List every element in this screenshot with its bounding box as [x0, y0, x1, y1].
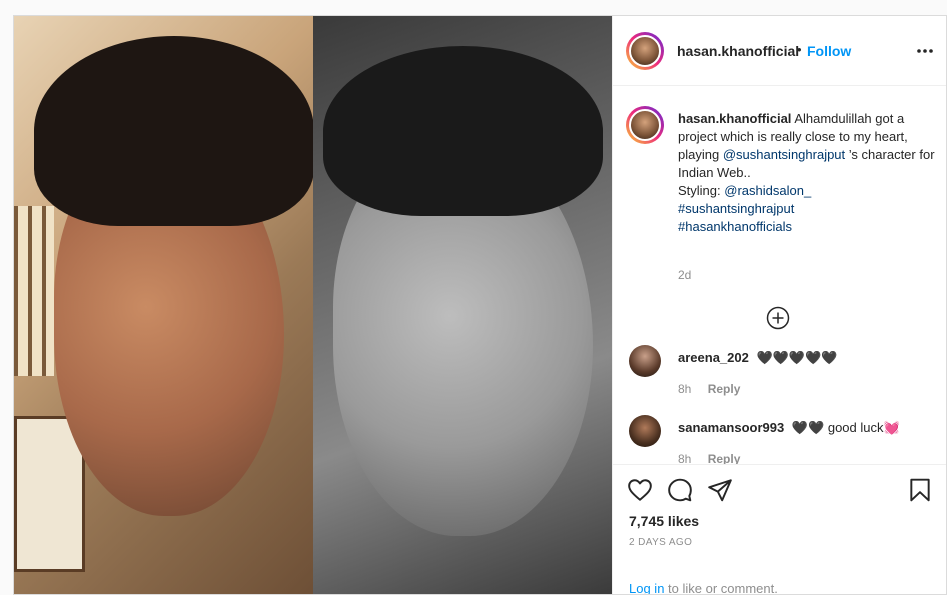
caption-avatar[interactable]	[626, 106, 664, 144]
man-hair	[34, 36, 314, 226]
avatar-image	[629, 35, 661, 67]
mention-link[interactable]: @sushantsinghrajput	[723, 147, 845, 162]
author-username[interactable]: hasan.khanofficial	[677, 43, 799, 59]
login-prompt: Log in to like or comment.	[629, 581, 778, 595]
plus-circle-icon[interactable]	[766, 306, 790, 330]
author-avatar[interactable]	[626, 32, 664, 70]
login-link[interactable]: Log in	[629, 581, 664, 594]
comment-text: 🖤🖤🖤🖤🖤	[756, 350, 838, 365]
comment-username[interactable]: sanamansoor993	[678, 420, 784, 435]
caption-timestamp: 2d	[678, 268, 692, 282]
avatar-image	[629, 109, 661, 141]
post-image[interactable]	[14, 16, 612, 594]
comment-text: 🖤🖤 good luck💓	[791, 420, 900, 435]
window-blinds	[14, 206, 54, 376]
caption-username[interactable]: hasan.khanofficial	[678, 111, 791, 126]
post-actions: 7,745 likes 2 DAYS AGO Log in to like or…	[613, 464, 946, 595]
post-sidebar: hasan.khanofficial • Follow hasan.khanof…	[612, 16, 946, 595]
reply-button[interactable]: Reply	[708, 382, 741, 396]
commenter-avatar[interactable]	[629, 345, 661, 377]
man-hair	[323, 46, 603, 216]
comment-meta: 8h Reply	[678, 382, 740, 396]
post-image-left-half	[14, 16, 314, 594]
commenter-avatar[interactable]	[629, 415, 661, 447]
comment-meta: 8h Reply	[678, 452, 740, 464]
comment-timestamp: 8h	[678, 452, 692, 464]
post-image-right-half	[313, 16, 612, 594]
follow-button[interactable]: Follow	[807, 43, 851, 59]
likes-count[interactable]: 7,745 likes	[629, 513, 699, 529]
comment-icon[interactable]	[667, 477, 693, 503]
hashtag-link[interactable]: #hasankhanofficials	[678, 219, 792, 234]
styling-label: Styling:	[678, 183, 721, 198]
comment-body: sanamansoor993 🖤🖤 good luck💓	[678, 420, 900, 436]
instagram-post: hasan.khanofficial • Follow hasan.khanof…	[13, 15, 947, 595]
post-header: hasan.khanofficial • Follow	[613, 16, 946, 86]
reply-button[interactable]: Reply	[708, 452, 741, 464]
post-date: 2 DAYS AGO	[629, 537, 693, 548]
login-text: to like or comment.	[668, 581, 778, 595]
more-horizontal-icon[interactable]	[915, 44, 935, 58]
separator-dot: •	[797, 42, 802, 57]
hashtag-link[interactable]: #sushantsinghrajput	[678, 201, 794, 216]
share-icon[interactable]	[707, 477, 733, 503]
comment-body: areena_202 🖤🖤🖤🖤🖤	[678, 350, 837, 366]
heart-icon[interactable]	[627, 477, 653, 503]
bookmark-icon[interactable]	[907, 477, 933, 503]
mention-link[interactable]: @rashidsalon_	[724, 183, 811, 198]
caption-text: hasan.khanofficial Alhamdulillah got a p…	[678, 110, 943, 236]
comment-username[interactable]: areena_202	[678, 350, 749, 365]
comment-timestamp: 8h	[678, 382, 692, 396]
comments-list[interactable]: hasan.khanofficial Alhamdulillah got a p…	[613, 86, 946, 464]
